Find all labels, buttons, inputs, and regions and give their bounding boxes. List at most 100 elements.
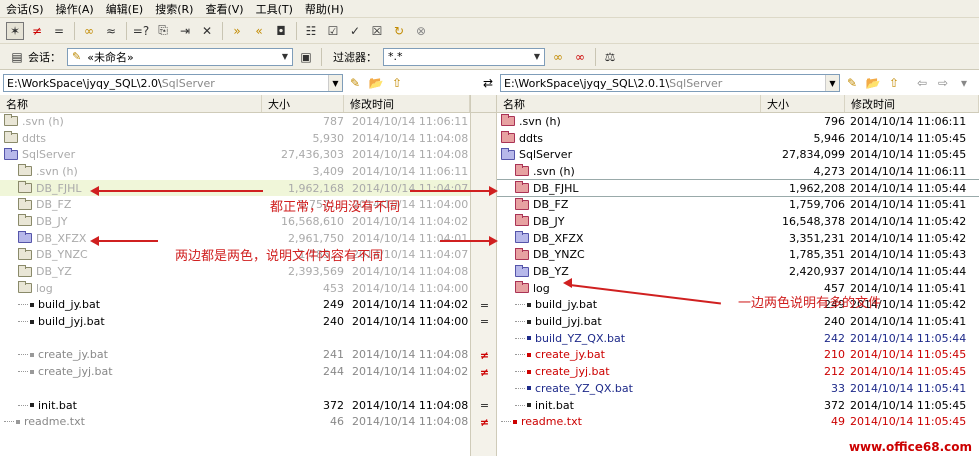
menu-item[interactable]: 帮助(H) [305,1,344,17]
folder-icon [4,131,18,144]
table-row[interactable]: build_jy.bat 249 2014/10/14 11:04:02 [0,297,470,314]
open-folder-icon[interactable]: 📂 [864,74,882,92]
save-icon[interactable]: ▣ [297,48,315,66]
table-row[interactable]: .svn (h) 3,409 2014/10/14 11:06:11 [0,163,470,180]
folder-up-icon[interactable]: ⇧ [388,74,406,92]
file-name: DB_YNZC [533,248,585,262]
table-row[interactable] [0,380,470,397]
table-row[interactable]: DB_XFZX 2,961,750 2014/10/14 11:04:01 [0,230,470,247]
table-row[interactable]: ddts 5,930 2014/10/14 11:04:08 [0,130,470,147]
table-row[interactable]: .svn (h) 4,273 2014/10/14 11:06:11 [497,163,979,180]
delete-icon[interactable]: ✕ [198,22,216,40]
checklist-icon[interactable]: ☑ [324,22,342,40]
tree-icon[interactable]: ☷ [302,22,320,40]
table-row[interactable]: DB_FJHL 1,962,208 2014/10/14 11:05:44 [497,178,979,198]
table-row[interactable]: log 453 2014/10/14 11:04:00 [0,280,470,297]
check-box-icon[interactable]: ☒ [368,22,386,40]
back-icon[interactable]: ⇦ [913,74,931,92]
left-path-input[interactable]: E:\WorkSpace\jyqy_SQL\2.0\ SqlServer ▼ [3,74,343,92]
move-icon[interactable]: ⇥ [176,22,194,40]
right-path-input[interactable]: E:\WorkSpace\jyqy_SQL\2.0.1\ SqlServer ▼ [500,74,840,92]
right-file-pane: 名称 大小 修改时间 .svn (h) 796 2014/10/14 11:06:1… [497,95,979,456]
chevron-down-icon[interactable]: ▼ [530,49,544,65]
menu-item[interactable]: 工具(T) [256,1,293,17]
table-row[interactable]: SqlServer 27,834,099 2014/10/14 11:05:45 [497,146,979,163]
table-row[interactable]: init.bat 372 2014/10/14 11:05:45 [497,397,979,414]
file-icon [527,369,531,374]
table-row[interactable]: create_jy.bat 241 2014/10/14 11:04:08 [0,347,470,364]
edit-icon[interactable]: ✎ [843,74,861,92]
table-row[interactable]: build_jyj.bat 240 2014/10/14 11:04:00 [0,313,470,330]
annotation-arrowhead [489,236,498,246]
table-row[interactable]: create_jyj.bat 212 2014/10/14 11:05:45 [497,363,979,380]
folder-icon [18,181,32,194]
toolbar-separator [595,47,596,66]
table-row[interactable]: ddts 5,946 2014/10/14 11:05:45 [497,130,979,147]
table-row[interactable]: build_YZ_QX.bat 242 2014/10/14 11:05:44 [497,330,979,347]
stop-icon[interactable]: ⊗ [412,22,430,40]
table-row[interactable]: create_jy.bat 210 2014/10/14 11:05:45 [497,347,979,364]
file-date: 2014/10/14 11:05:44 [850,265,967,279]
table-row[interactable]: .svn (h) 787 2014/10/14 11:06:11 [0,113,470,130]
glasses-off-icon[interactable]: ∞ [571,48,589,66]
folder-icon [515,164,529,177]
row-name-cell: build_jy.bat [18,298,100,311]
compare-icon[interactable]: =? [132,22,150,40]
table-row[interactable]: DB_FZ 1,759,706 2014/10/14 11:05:41 [497,196,979,213]
menu-item[interactable]: 搜索(R) [155,1,193,17]
scales-icon[interactable]: ⚖ [601,48,619,66]
chevron-down-icon[interactable]: ▼ [825,75,839,91]
show-differences-icon[interactable]: ≠ [28,22,46,40]
file-size: 4,273 [813,164,846,178]
table-row[interactable]: DB_YNZC 1,785,351 2014/10/14 11:05:43 [497,247,979,264]
sync-right-icon[interactable]: » [228,22,246,40]
table-row[interactable]: create_YZ_QX.bat 33 2014/10/14 11:05:41 [497,380,979,397]
column-size[interactable]: 大小 [262,95,344,112]
table-row[interactable]: create_jyj.bat 244 2014/10/14 11:04:02 [0,363,470,380]
show-same-icon[interactable]: = [50,22,68,40]
table-row[interactable]: DB_JY 16,568,610 2014/10/14 11:04:02 [0,213,470,230]
menu-item[interactable]: 会话(S) [6,1,44,17]
table-row[interactable]: init.bat 372 2014/10/14 11:04:08 [0,397,470,414]
glasses-icon[interactable]: ∞ [549,48,567,66]
menu-arrow-icon[interactable]: ▾ [955,74,973,92]
filter-combo[interactable]: *.* ▼ [383,47,545,66]
show-all-icon[interactable]: ✶ [6,21,24,40]
chevron-down-icon[interactable]: ▼ [278,49,292,65]
right-column-header: 名称 大小 修改时间 [497,95,979,113]
column-modified[interactable]: 修改时间 [845,95,979,112]
approx-icon[interactable]: ≈ [102,22,120,40]
menu-item[interactable]: 查看(V) [205,1,243,17]
column-size[interactable]: 大小 [761,95,845,112]
file-date: 2014/10/14 11:04:02 [352,365,469,379]
table-row[interactable]: DB_JY 16,548,378 2014/10/14 11:05:42 [497,213,979,230]
camera-icon[interactable]: ◘ [272,22,290,40]
glasses-icon[interactable]: ∞ [80,22,98,40]
sync-left-icon[interactable]: « [250,22,268,40]
refresh-icon[interactable]: ↻ [390,22,408,40]
swap-icon[interactable]: ⇄ [479,74,497,92]
menu-item[interactable]: 编辑(E) [106,1,144,17]
table-row[interactable]: readme.txt 46 2014/10/14 11:04:08 [0,413,470,430]
column-modified[interactable]: 修改时间 [344,95,470,112]
open-folder-icon[interactable]: 📂 [367,74,385,92]
file-name: build_YZ_QX.bat [535,331,626,345]
menu-item[interactable]: 操作(A) [56,1,94,17]
session-combo[interactable]: ✎ «未命名» ▼ [67,47,293,66]
table-row[interactable]: readme.txt 49 2014/10/14 11:05:45 [497,413,979,430]
table-row[interactable]: DB_YZ 2,393,569 2014/10/14 11:04:08 [0,263,470,280]
forward-icon[interactable]: ⇨ [934,74,952,92]
edit-icon[interactable]: ✎ [346,74,364,92]
copy-icon[interactable]: ⎘ [154,22,172,40]
table-row[interactable]: DB_XFZX 3,351,231 2014/10/14 11:05:42 [497,230,979,247]
table-row[interactable] [0,330,470,347]
check-icon[interactable]: ✓ [346,22,364,40]
table-row[interactable]: build_jyj.bat 240 2014/10/14 11:05:41 [497,313,979,330]
table-row[interactable]: SqlServer 27,436,303 2014/10/14 11:04:08 [0,146,470,163]
table-row[interactable]: .svn (h) 796 2014/10/14 11:06:11 [497,113,979,130]
column-name[interactable]: 名称 [497,95,761,112]
column-name[interactable]: 名称 [0,95,262,112]
chevron-down-icon[interactable]: ▼ [328,75,342,91]
table-row[interactable]: DB_FJHL 1,962,168 2014/10/14 11:04:07 [0,179,470,197]
folder-up-icon[interactable]: ⇧ [885,74,903,92]
